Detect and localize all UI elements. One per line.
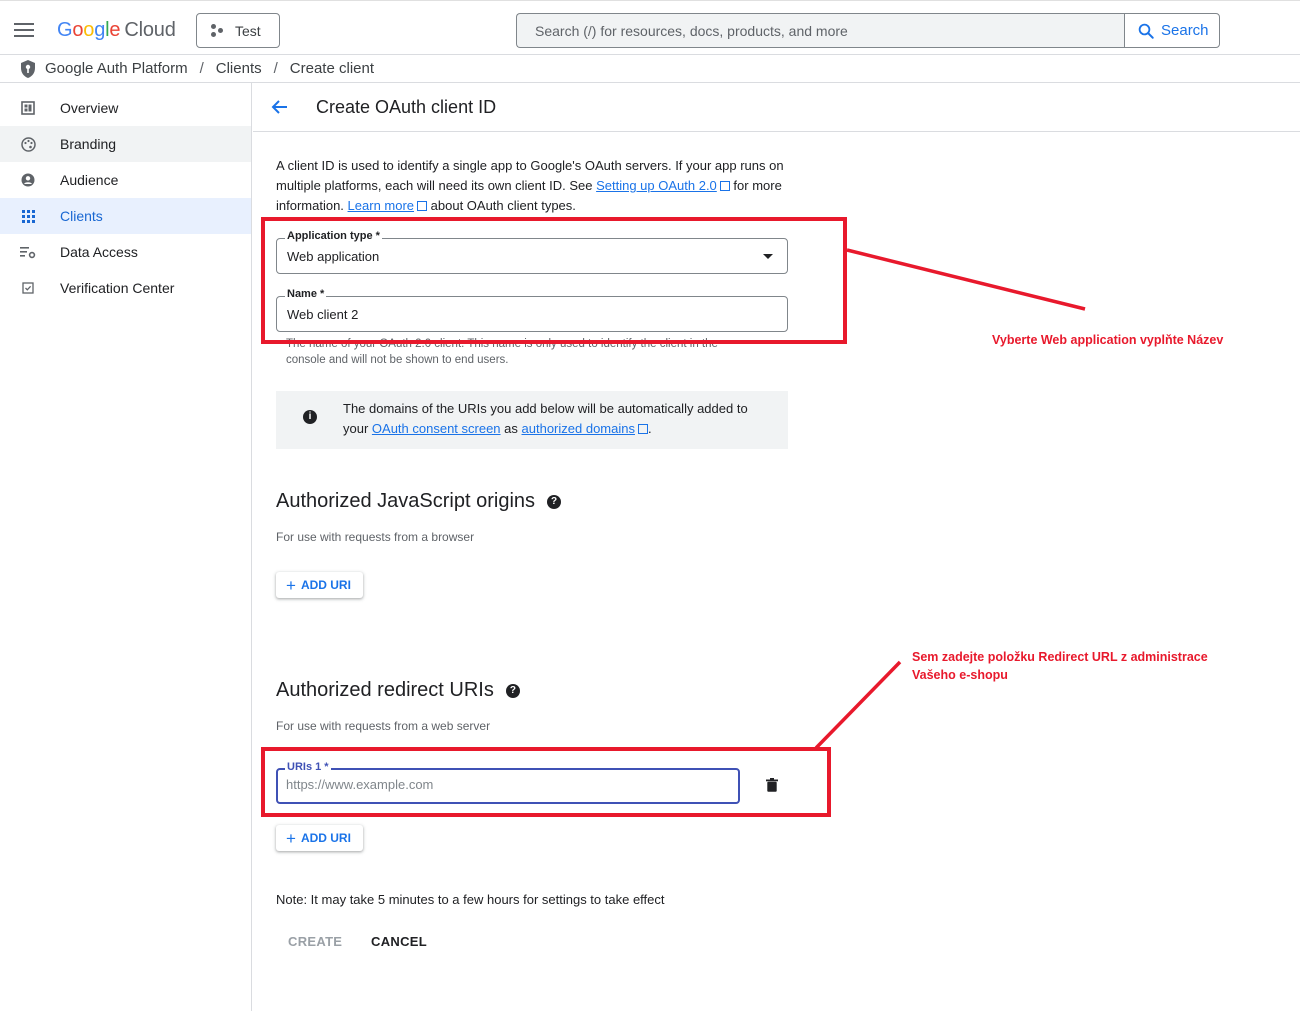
annotation-arrows: [814, 248, 1086, 750]
annotation-text-first: Vyberte Web application vyplňte Název: [992, 333, 1224, 347]
annotation-text-line: Vašeho e-shopu: [912, 668, 1008, 682]
annotation-text-line: Sem zadejte položku Redirect URL z admin…: [912, 650, 1208, 664]
annotation-text-second: Sem zadejte položku Redirect URL z admin…: [912, 648, 1208, 684]
